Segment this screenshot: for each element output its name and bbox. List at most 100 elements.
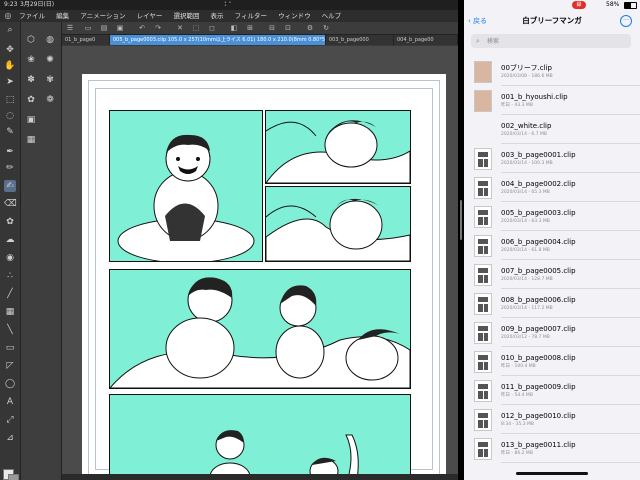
file-row[interactable]: 004_b_page0002.clip 2020/03/14 - 65.3 MB [464, 174, 640, 202]
text-tool-icon[interactable]: A [4, 396, 16, 408]
file-row[interactable]: 006_b_page0004.clip 2020/03/14 - 61.8 MB [464, 232, 640, 260]
file-row[interactable]: 008_b_page0006.clip 2020/03/14 - 117.2 MB [464, 290, 640, 318]
zoom-tool-icon[interactable]: ⌕ [4, 24, 16, 36]
brush-subtool-icon[interactable]: ▦ [25, 134, 37, 146]
search-input[interactable] [487, 36, 625, 46]
balloon-tool-icon[interactable]: ◯ [4, 378, 16, 390]
ruler-tool-icon[interactable]: ◸ [4, 360, 16, 372]
hand-tool-icon[interactable]: ✋ [4, 60, 16, 72]
thumbnail-detail [478, 239, 488, 244]
ruler-icon[interactable]: ⊟ [268, 24, 276, 32]
redo-icon[interactable]: ↷ [154, 24, 162, 32]
brush-subtool-icon[interactable]: ✺ [44, 54, 56, 66]
file-row[interactable]: 002_white.clip 2020/03/14 - 6.7 MB [464, 116, 640, 144]
frame-tool-icon[interactable]: ▭ [4, 342, 16, 354]
file-row[interactable]: 012_b_page0010.clip 8:34 - 35.3 MB [464, 406, 640, 434]
search-bar[interactable]: ⌕ [471, 34, 631, 48]
menu-help[interactable]: ヘルプ [322, 10, 342, 22]
grid-icon[interactable]: ⊡ [284, 24, 292, 32]
thumbnail-detail [484, 246, 488, 254]
brush-subtool-icon[interactable]: ⬡ [25, 34, 37, 46]
split-view-handle[interactable] [460, 200, 462, 240]
file-row[interactable]: 010_b_page0008.clip 昨日 - 100.4 MB [464, 348, 640, 376]
decoration-tool-icon[interactable]: ✿ [4, 216, 16, 228]
eraser-tool-icon[interactable]: ⌫ [4, 198, 17, 210]
file-row[interactable]: 005_b_page0003.clip 2020/03/14 - 63.3 MB [464, 203, 640, 231]
deselect-icon[interactable]: ◻ [208, 24, 216, 32]
save-icon[interactable]: ▣ [116, 24, 124, 32]
file-row[interactable]: 001_b_hyoushi.clip 昨日 - 43.3 MB [464, 87, 640, 115]
menu-icon[interactable]: ☰ [66, 24, 74, 32]
correct-line-tool-icon[interactable]: ⤢ [4, 414, 16, 426]
file-row[interactable]: 013_b_page0011.clip 昨日 - 86.2 MB [464, 435, 640, 463]
thumbnail-detail [478, 449, 483, 457]
comic-panel[interactable] [109, 394, 411, 474]
manga-page[interactable] [82, 74, 446, 474]
pencil-tool-icon[interactable]: ✏ [4, 162, 16, 174]
brush-subtool-icon[interactable]: ✿ [25, 94, 37, 106]
menu-file[interactable]: ファイル [19, 10, 45, 22]
eyedropper-tool-icon[interactable]: ✎ [4, 126, 16, 138]
line-tool-icon[interactable]: ╲ [4, 324, 16, 336]
file-row[interactable]: 00ブリーフ.clip 2020/03/08 - 186.6 MB [464, 58, 640, 86]
move-tool-icon[interactable]: ✥ [4, 44, 16, 56]
canvas-area[interactable] [62, 46, 458, 474]
menu-layer[interactable]: レイヤー [137, 10, 163, 22]
menu-selection[interactable]: 選択範囲 [173, 10, 199, 22]
invert-selection-icon[interactable]: ◧ [230, 24, 238, 32]
home-indicator[interactable] [516, 472, 588, 475]
menu-edit[interactable]: 編集 [56, 10, 69, 22]
lasso-tool-icon[interactable]: ◌ [4, 110, 16, 122]
clear-icon[interactable]: ✕ [176, 24, 184, 32]
airbrush-tool-icon[interactable]: ∴ [4, 270, 16, 282]
clip-studio-logo-icon[interactable]: ◎ [3, 11, 13, 21]
comic-panel[interactable] [265, 186, 411, 262]
navigation-bar: ‹ 戻る 白ブリーフマンガ ··· [464, 12, 640, 30]
comic-panel[interactable] [109, 269, 411, 389]
settings-icon[interactable]: ⚙ [306, 24, 314, 32]
comic-panel[interactable] [265, 110, 411, 184]
brush-tool-icon[interactable]: ✍ [4, 180, 16, 192]
transform-icon[interactable]: ⬚ [192, 24, 200, 32]
file-row[interactable]: 007_b_page0005.clip 2020/03/14 - 128.7 MB [464, 261, 640, 289]
file-row[interactable]: 003_b_page0001.clip 2020/03/14 - 100.3 MB [464, 145, 640, 173]
snap-icon[interactable]: ⊞ [246, 24, 254, 32]
selection-tool-icon[interactable]: ⬚ [4, 94, 16, 106]
file-row[interactable]: 009_b_page0007.clip 2020/03/12 - 78.7 MB [464, 319, 640, 347]
menu-filter[interactable]: フィルター [235, 10, 267, 22]
gradient-tool-icon[interactable]: ▦ [4, 306, 16, 318]
thumbnail-detail [478, 297, 488, 302]
menu-window[interactable]: ウィンドウ [278, 10, 311, 22]
new-file-icon[interactable]: ▭ [84, 24, 92, 32]
tab-document[interactable]: 01_b_page0 [62, 35, 110, 45]
brush-subtool-icon[interactable]: ✾ [44, 74, 56, 86]
multitask-dots-icon[interactable]: • • • [224, 1, 236, 9]
figure-tool-icon[interactable]: ╱ [4, 288, 16, 300]
file-thumbnail [474, 322, 492, 344]
brush-subtool-icon[interactable]: ❀ [25, 54, 37, 66]
sub-color-swatch[interactable] [8, 474, 19, 480]
operation-tool-icon[interactable]: ➤ [4, 76, 16, 88]
menu-view[interactable]: 表示 [211, 10, 224, 22]
ellipsis-icon[interactable]: ··· [620, 15, 632, 27]
open-file-icon[interactable]: ▤ [100, 24, 108, 32]
pen-tool-icon[interactable]: ✒ [4, 146, 16, 158]
blend-tool-icon[interactable]: ☁ [4, 234, 16, 246]
tab-document[interactable]: 004_b_page00 [394, 35, 458, 45]
ink-tool-icon[interactable]: ⊿ [4, 432, 16, 444]
brush-subtool-icon[interactable]: ✽ [25, 74, 37, 86]
menu-animation[interactable]: アニメーション [80, 10, 125, 22]
brush-subtool-icon[interactable]: ▣ [25, 114, 37, 126]
undo-icon[interactable]: ↶ [138, 24, 146, 32]
comic-panel[interactable] [109, 110, 263, 262]
tab-document-active[interactable]: 005_b_page0003.clip 105.0 x 257(10mm以上ライ… [110, 35, 326, 45]
file-thumbnail [474, 90, 492, 112]
brush-subtool-icon[interactable]: ◍ [44, 34, 56, 46]
fill-tool-icon[interactable]: ◉ [4, 252, 16, 264]
tab-document[interactable]: 003_b_page000 [326, 35, 394, 45]
file-row[interactable]: 011_b_page0009.clip 昨日 - 54.4 MB [464, 377, 640, 405]
file-name: 005_b_page0003.clip [501, 209, 576, 217]
brush-subtool-icon[interactable]: ❁ [44, 94, 56, 106]
rotate-icon[interactable]: ↻ [322, 24, 330, 32]
file-meta: 2020/03/08 - 186.6 MB [501, 74, 553, 79]
